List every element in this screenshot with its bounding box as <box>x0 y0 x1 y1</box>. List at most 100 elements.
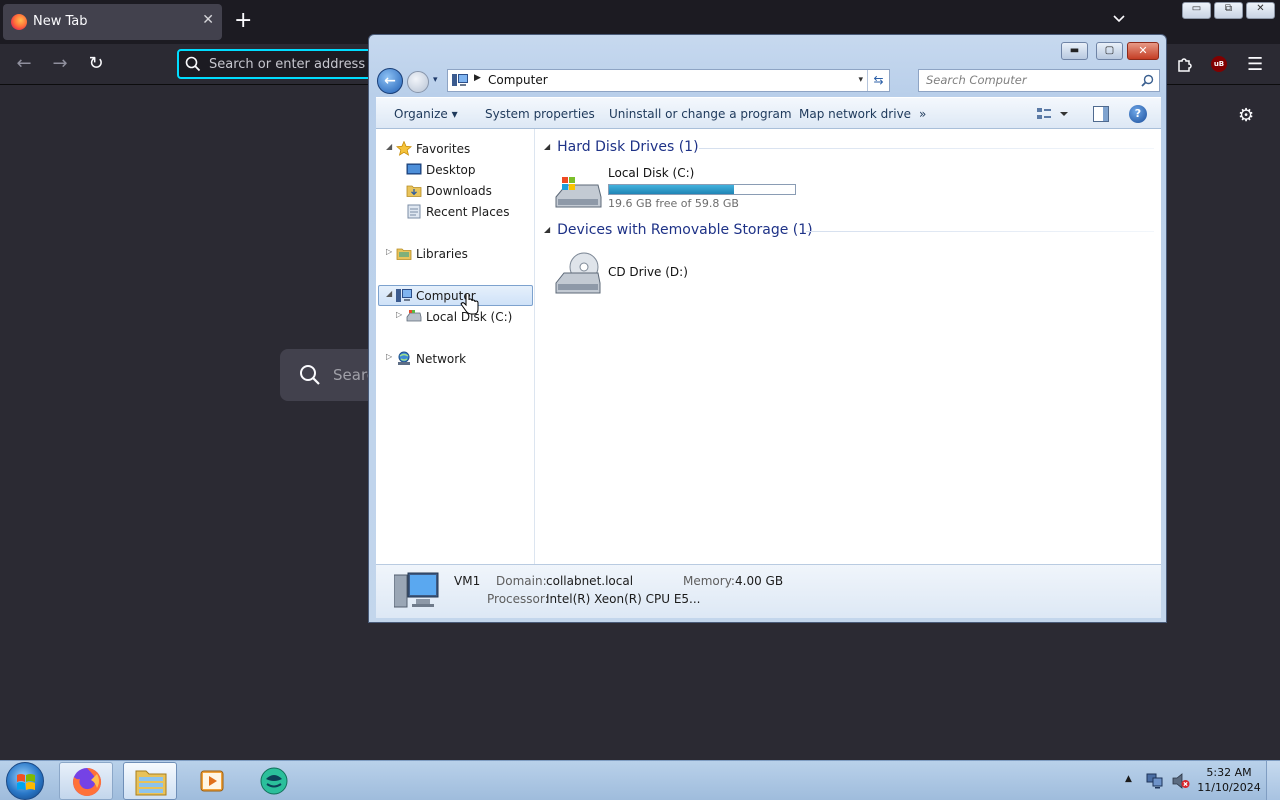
address-bar[interactable] <box>177 49 377 79</box>
collapsed-arrow-icon[interactable]: ▷ <box>386 352 392 361</box>
hard-drive-icon <box>555 177 602 208</box>
content-pane: ◢ Hard Disk Drives (1) Local Disk (C:) 19… <box>536 129 1161 564</box>
drive-name-d: CD Drive (D:) <box>608 265 688 279</box>
domain-value: collabnet.local <box>546 574 634 588</box>
address-input[interactable] <box>209 55 369 73</box>
explorer-minimize-button[interactable]: ▬ <box>1061 42 1088 60</box>
computer-icon <box>452 74 468 86</box>
cd-drive-icon <box>555 252 601 294</box>
network-tray-icon[interactable] <box>1146 773 1164 789</box>
tab-new-tab[interactable]: New Tab ✕ <box>3 4 222 40</box>
preview-pane-icon[interactable] <box>1093 106 1109 122</box>
taskbar-media-player-button[interactable] <box>186 762 240 800</box>
address-history-dropdown-icon[interactable]: ▾ <box>858 75 863 85</box>
app-icon <box>260 767 288 795</box>
reload-button[interactable]: ↻ <box>84 52 108 76</box>
local-disk-icon <box>406 310 422 322</box>
processor-value: Intel(R) Xeon(R) CPU E5... <box>546 592 701 606</box>
start-button[interactable] <box>6 762 44 800</box>
explorer-body: ◢ Favorites Desktop Downloads Recent Pla… <box>376 129 1161 564</box>
group-collapse-arrow-icon[interactable]: ◢ <box>544 225 550 234</box>
organize-menu-button[interactable]: Organize ▾ <box>394 107 458 121</box>
change-view-icon[interactable] <box>1036 106 1070 122</box>
processor-label: Processor: <box>487 592 549 606</box>
group-divider <box>699 148 1154 149</box>
computer-explorer-window: ▬ ▢ ✕ ← ▾ ▶ Computer ▾ ⇆ Organize ▾ <box>368 34 1167 623</box>
ublock-origin-icon[interactable]: uB <box>1211 56 1227 72</box>
refresh-icon[interactable]: ⇆ <box>867 70 889 91</box>
system-properties-button[interactable]: System properties <box>485 107 595 121</box>
list-all-tabs-chevron-icon[interactable] <box>1112 12 1126 26</box>
explorer-navigation-bar: ← ▾ ▶ Computer ▾ ⇆ <box>377 67 1160 95</box>
new-tab-button[interactable]: + <box>234 8 252 34</box>
map-network-drive-button[interactable]: Map network drive <box>799 107 911 121</box>
system-clock[interactable]: 5:32 AM 11/10/2024 <box>1196 765 1262 795</box>
expanded-arrow-icon[interactable]: ◢ <box>386 142 392 151</box>
group-divider <box>806 231 1154 232</box>
extensions-puzzle-icon[interactable] <box>1174 53 1196 75</box>
drive-name-c: Local Disk (C:) <box>608 166 695 180</box>
application-menu-button[interactable]: ☰ <box>1247 54 1263 75</box>
domain-label: Domain: <box>496 574 547 588</box>
computer-large-icon <box>394 572 439 608</box>
search-icon <box>185 56 201 72</box>
memory-label: Memory: <box>683 574 735 588</box>
navigation-pane: ◢ Favorites Desktop Downloads Recent Pla… <box>376 129 535 564</box>
more-commands-chevron-icon[interactable]: » <box>919 107 926 121</box>
downloads-folder-icon <box>406 185 422 197</box>
expanded-arrow-icon[interactable]: ◢ <box>386 289 392 298</box>
taskbar-firefox-button[interactable] <box>59 762 113 800</box>
breadcrumb-separator-icon[interactable]: ▶ <box>474 73 481 83</box>
breadcrumb-computer[interactable]: Computer <box>488 73 548 87</box>
collapsed-arrow-icon[interactable]: ▷ <box>386 247 392 256</box>
network-icon <box>398 351 410 365</box>
search-computer-input[interactable] <box>926 73 1126 87</box>
explorer-forward-button[interactable] <box>407 71 429 93</box>
tab-title: New Tab <box>33 14 88 29</box>
clock-time: 5:32 AM <box>1206 766 1252 779</box>
explorer-search-box[interactable] <box>918 69 1160 92</box>
group-header-hard-disk-drives[interactable]: ◢ Hard Disk Drives (1) <box>544 139 699 155</box>
search-icon <box>300 365 320 385</box>
taskbar-explorer-button[interactable] <box>123 762 177 800</box>
search-icon[interactable] <box>1141 74 1154 87</box>
hand-cursor-icon <box>460 294 479 315</box>
libraries-icon <box>396 248 412 260</box>
computer-icon <box>396 289 412 302</box>
explorer-command-bar: Organize ▾ System properties Uninstall o… <box>376 97 1161 129</box>
show-desktop-button[interactable] <box>1266 761 1280 800</box>
explorer-close-button[interactable]: ✕ <box>1127 42 1159 60</box>
recent-pages-dropdown-icon[interactable]: ▾ <box>433 75 438 85</box>
explorer-back-button[interactable]: ← <box>377 68 403 94</box>
explorer-address-bar[interactable]: ▶ Computer ▾ ⇆ <box>447 69 890 92</box>
windows-logo-icon <box>17 774 35 790</box>
firefox-close-button[interactable]: ✕ <box>1246 2 1275 19</box>
volume-muted-tray-icon[interactable] <box>1172 773 1190 789</box>
group-header-removable-storage[interactable]: ◢ Devices with Removable Storage (1) <box>544 222 813 238</box>
taskbar-app-button[interactable] <box>249 762 303 800</box>
drive-free-space-c: 19.6 GB free of 59.8 GB <box>608 197 739 210</box>
show-hidden-icons-button[interactable]: ▲ <box>1125 774 1132 784</box>
favorites-star-icon <box>396 141 412 156</box>
drive-capacity-bar <box>608 184 796 195</box>
firefox-favicon-icon <box>11 14 27 30</box>
windows-taskbar: ▲ 5:32 AM 11/10/2024 <box>0 760 1280 800</box>
explorer-maximize-button[interactable]: ▢ <box>1096 42 1123 60</box>
help-icon[interactable]: ? <box>1129 105 1147 123</box>
tab-close-icon[interactable]: ✕ <box>202 12 214 28</box>
collapsed-arrow-icon[interactable]: ▷ <box>396 310 402 319</box>
folder-icon <box>135 770 167 796</box>
recent-places-icon <box>407 204 421 219</box>
new-tab-settings-gear-icon[interactable]: ⚙ <box>1238 105 1254 126</box>
media-player-icon <box>200 770 224 792</box>
back-button[interactable]: ← <box>12 52 36 76</box>
desktop-icon <box>406 163 422 175</box>
drive-capacity-fill <box>609 185 734 194</box>
clock-date: 11/10/2024 <box>1197 781 1261 794</box>
group-collapse-arrow-icon[interactable]: ◢ <box>544 142 550 151</box>
firefox-icon <box>73 767 102 796</box>
uninstall-program-button[interactable]: Uninstall or change a program <box>609 107 792 121</box>
firefox-restore-button[interactable]: ⧉ <box>1214 2 1243 19</box>
forward-button[interactable]: → <box>48 52 72 76</box>
firefox-minimize-button[interactable]: ▭ <box>1182 2 1211 19</box>
